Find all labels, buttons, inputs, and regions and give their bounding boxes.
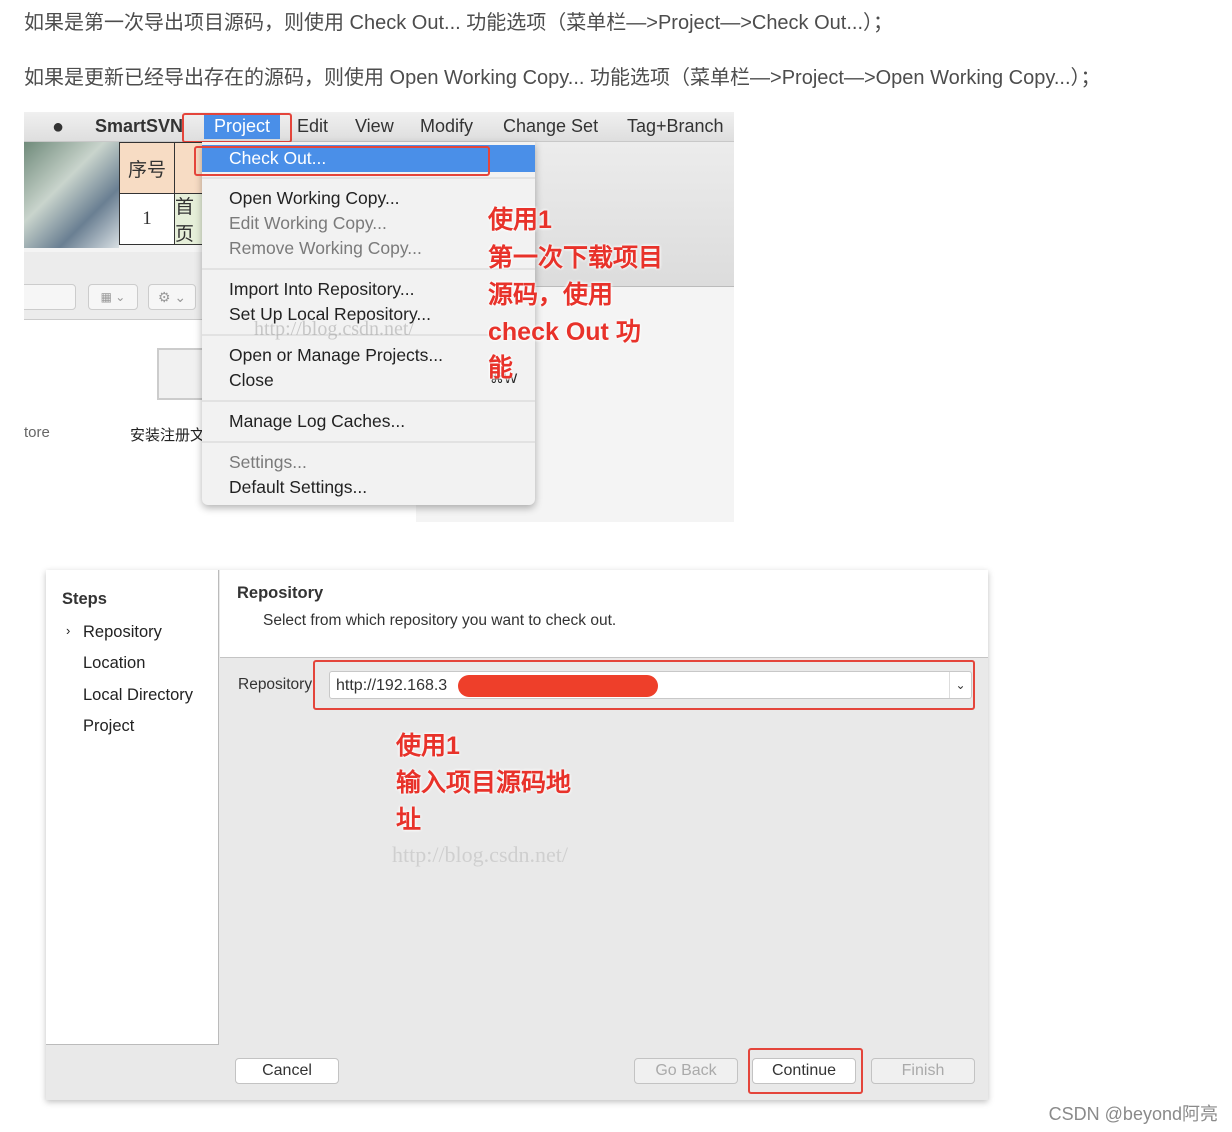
finder-toolbar: ▦ ⌄ ⚙ ⌄ [24, 252, 204, 320]
menu-item-close[interactable]: Close [229, 370, 274, 391]
step-local-directory: Local Directory [83, 686, 194, 704]
menu-item-import[interactable]: Import Into Repository... [229, 279, 414, 300]
menu-item-edit-working-copy: Edit Working Copy... [229, 213, 387, 233]
finish-button: Finish [871, 1058, 975, 1084]
step-repository: Repository [83, 623, 162, 641]
file-label: tore [24, 424, 50, 441]
menu-bar: ● SmartSVN Project Edit View Modify Chan… [24, 112, 734, 142]
menu-edit[interactable]: Edit [297, 116, 328, 137]
annotation-text: 能 [488, 354, 514, 382]
view-toggle-button[interactable] [24, 284, 76, 310]
file-icon [157, 348, 207, 400]
highlight-box [313, 660, 975, 710]
menu-item-open-working-copy[interactable]: Open Working Copy... [229, 188, 400, 209]
repository-label: Repository: [238, 676, 317, 693]
table-cell: 首页 [174, 193, 204, 245]
menu-change-set[interactable]: Change Set [503, 116, 598, 137]
highlight-box [748, 1048, 863, 1094]
menu-view[interactable]: View [355, 116, 394, 137]
grid-icon[interactable]: ▦ ⌄ [88, 284, 138, 310]
annotation-text: 使用1 [396, 732, 460, 760]
highlight-box [182, 113, 292, 143]
apple-icon: ● [52, 116, 65, 138]
article-line-1: 如果是第一次导出项目源码，则使用 Check Out... 功能选项（菜单栏—>… [24, 12, 894, 34]
annotation-text: 址 [396, 806, 422, 834]
csdn-watermark: CSDN @beyond阿亮 [1048, 1104, 1218, 1124]
cancel-button[interactable]: Cancel [235, 1058, 339, 1084]
chevron-right-icon: › [66, 623, 71, 638]
gear-icon[interactable]: ⚙ ⌄ [148, 284, 196, 310]
menu-tag-branch[interactable]: Tag+Branch [627, 116, 724, 137]
table-header: 序号 [119, 142, 175, 194]
annotation-text: 输入项目源码地 [396, 769, 572, 797]
watermark: http://blog.csdn.net/ [392, 842, 568, 867]
menu-modify[interactable]: Modify [420, 116, 473, 137]
menu-item-manage-projects[interactable]: Open or Manage Projects... [229, 345, 443, 366]
table-cell: 1 [119, 193, 175, 245]
steps-panel: Steps › Repository Location Local Direct… [46, 570, 219, 1045]
go-back-button: Go Back [634, 1058, 738, 1084]
step-project: Project [83, 717, 135, 735]
annotation-text: 第一次下载项目 [488, 244, 664, 272]
file-label: 安装注册文 [130, 427, 204, 444]
highlight-box [194, 146, 490, 176]
menu-item-manage-log-caches[interactable]: Manage Log Caches... [229, 411, 405, 432]
menu-item-default-settings[interactable]: Default Settings... [229, 477, 367, 498]
step-location: Location [83, 654, 146, 672]
annotation-text: 使用1 [488, 206, 552, 234]
steps-title: Steps [62, 590, 107, 608]
header-title: Repository [237, 584, 324, 602]
article-line-2: 如果是更新已经导出存在的源码，则使用 Open Working Copy... … [24, 67, 1101, 89]
check-out-dialog: Steps › Repository Location Local Direct… [46, 570, 988, 1100]
app-name: SmartSVN [95, 116, 184, 136]
header-description: Select from which repository you want to… [263, 612, 617, 629]
watermark: http://blog.csdn.net/ [254, 318, 414, 340]
annotation-text: check Out 功 [488, 318, 641, 346]
background-photo [24, 142, 119, 248]
menu-item-remove-working-copy: Remove Working Copy... [229, 238, 422, 258]
annotation-text: 源码，使用 [488, 281, 614, 309]
menu-item-settings: Settings... [229, 452, 307, 472]
smartsvn-menu-screenshot: ● SmartSVN Project Edit View Modify Chan… [24, 112, 734, 522]
dialog-header: Repository Select from which repository … [220, 570, 988, 658]
